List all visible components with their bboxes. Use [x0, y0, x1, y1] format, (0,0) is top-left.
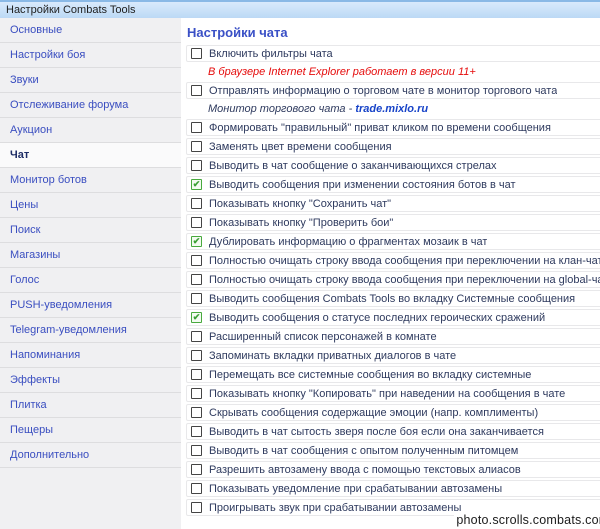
sidebar-item-11[interactable]: PUSH-уведомления [0, 293, 181, 318]
setting-row[interactable]: ✔ Выводить сообщения о статусе последних… [186, 309, 600, 326]
setting-label: Разрешить автозамену ввода с помощью тек… [209, 464, 521, 476]
setting-label: Включить фильтры чата [209, 48, 333, 60]
setting-row[interactable]: Полностью очищать строку ввода сообщения… [186, 252, 600, 269]
sidebar-item-9[interactable]: Магазины [0, 243, 181, 268]
checkbox-icon[interactable] [191, 198, 202, 209]
setting-row[interactable]: ✔ Выводить сообщения при изменении состо… [186, 176, 600, 193]
sidebar-item-7[interactable]: Цены [0, 193, 181, 218]
sidebar-item-13[interactable]: Напоминания [0, 343, 181, 368]
setting-label: Выводить в чат сообщение о заканчивающих… [209, 160, 497, 172]
setting-row[interactable]: Выводить в чат сытость зверя после боя е… [186, 423, 600, 440]
setting-row[interactable]: Включить фильтры чата [186, 45, 600, 62]
setting-label: Проигрывать звук при срабатывании автоза… [209, 502, 461, 514]
setting-row[interactable]: Показывать уведомление при срабатывании … [186, 480, 600, 497]
sidebar-item-0[interactable]: Основные [0, 18, 181, 43]
sidebar-item-14[interactable]: Эффекты [0, 368, 181, 393]
setting-row[interactable]: Запоминать вкладки приватных диалогов в … [186, 347, 600, 364]
checkbox-icon[interactable] [191, 217, 202, 228]
setting-row[interactable]: Показывать кнопку "Сохранить чат" [186, 195, 600, 212]
setting-label: Заменять цвет времени сообщения [209, 141, 392, 153]
setting-label: Показывать кнопку "Проверить бои" [209, 217, 393, 229]
setting-label: Выводить сообщения Combats Tools во вкла… [209, 293, 575, 305]
setting-row[interactable]: Перемещать все системные сообщения во вк… [186, 366, 600, 383]
checkbox-icon[interactable] [191, 85, 202, 96]
sidebar-item-3[interactable]: Отслеживание форума [0, 93, 181, 118]
sidebar-item-2[interactable]: Звуки [0, 68, 181, 93]
checkbox-icon[interactable] [191, 350, 202, 361]
settings-content: Настройки чата Включить фильтры чата В б… [181, 18, 600, 529]
setting-row[interactable]: Выводить в чат сообщение о заканчивающих… [186, 157, 600, 174]
setting-label: Показывать уведомление при срабатывании … [209, 483, 502, 495]
checkbox-icon[interactable] [191, 293, 202, 304]
window-title-bar: Настройки Combats Tools [0, 0, 600, 18]
setting-label: Дублировать информацию о фрагментах моза… [209, 236, 487, 248]
checkbox-icon[interactable] [191, 445, 202, 456]
checkbox-icon[interactable] [191, 388, 202, 399]
checkbox-icon[interactable] [191, 274, 202, 285]
setting-row[interactable]: Полностью очищать строку ввода сообщения… [186, 271, 600, 288]
checkbox-icon[interactable] [191, 255, 202, 266]
checkbox-icon[interactable] [191, 464, 202, 475]
settings-rows: Включить фильтры чата В браузере Interne… [186, 45, 600, 516]
checkbox-checked-icon[interactable]: ✔ [191, 179, 202, 190]
setting-label: Перемещать все системные сообщения во вк… [209, 369, 531, 381]
sidebar-item-8[interactable]: Поиск [0, 218, 181, 243]
setting-row[interactable]: Отправлять информацию о торговом чате в … [186, 82, 600, 99]
setting-row[interactable]: Выводить сообщения Combats Tools во вкла… [186, 290, 600, 307]
setting-row[interactable]: Показывать кнопку "Проверить бои" [186, 214, 600, 231]
setting-label: Выводить сообщения при изменении состоян… [209, 179, 516, 191]
checkbox-icon[interactable] [191, 141, 202, 152]
setting-row[interactable]: Заменять цвет времени сообщения [186, 138, 600, 155]
page-title: Настройки чата [187, 25, 600, 40]
combats-tools-settings-window: Настройки Combats Tools ОсновныеНастройк… [0, 0, 600, 529]
checkbox-checked-icon[interactable]: ✔ [191, 236, 202, 247]
setting-row[interactable]: Формировать "правильный" приват кликом п… [186, 119, 600, 136]
setting-row[interactable]: Разрешить автозамену ввода с помощью тек… [186, 461, 600, 478]
sidebar-item-4[interactable]: Аукцион [0, 118, 181, 143]
checkbox-icon[interactable] [191, 160, 202, 171]
setting-label: Выводить сообщения о статусе последних г… [209, 312, 545, 324]
setting-row[interactable]: Расширенный список персонажей в комнате [186, 328, 600, 345]
sidebar-item-17[interactable]: Дополнительно [0, 443, 181, 468]
checkbox-icon[interactable] [191, 407, 202, 418]
setting-label: Полностью очищать строку ввода сообщения… [209, 255, 600, 267]
checkbox-icon[interactable] [191, 426, 202, 437]
main-layout: ОсновныеНастройки бояЗвукиОтслеживание ф… [0, 18, 600, 529]
checkbox-checked-icon[interactable]: ✔ [191, 312, 202, 323]
settings-sidebar: ОсновныеНастройки бояЗвукиОтслеживание ф… [0, 18, 181, 529]
setting-label: Выводить в чат сытость зверя после боя е… [209, 426, 544, 438]
info-note-text: Монитор торгового чата - [208, 103, 355, 115]
setting-row[interactable]: Показывать кнопку "Копировать" при навед… [186, 385, 600, 402]
setting-label: Отправлять информацию о торговом чате в … [209, 85, 557, 97]
setting-label: Формировать "правильный" приват кликом п… [209, 122, 551, 134]
checkbox-icon[interactable] [191, 48, 202, 59]
watermark-text: photo.scrolls.combats.com [454, 513, 600, 527]
sidebar-item-1[interactable]: Настройки боя [0, 43, 181, 68]
warning-note: В браузере Internet Explorer работает в … [186, 64, 600, 82]
checkbox-icon[interactable] [191, 369, 202, 380]
sidebar-item-5[interactable]: Чат [0, 143, 181, 168]
setting-label: Выводить в чат сообщения с опытом получе… [209, 445, 518, 457]
info-note: Монитор торгового чата - trade.mixlo.ru [186, 101, 600, 119]
checkbox-icon[interactable] [191, 331, 202, 342]
checkbox-icon[interactable] [191, 502, 202, 513]
window-title: Настройки Combats Tools [6, 4, 136, 16]
sidebar-item-15[interactable]: Плитка [0, 393, 181, 418]
setting-label: Показывать кнопку "Сохранить чат" [209, 198, 391, 210]
setting-label: Показывать кнопку "Копировать" при навед… [209, 388, 565, 400]
setting-row[interactable]: Скрывать сообщения содержащие эмоции (на… [186, 404, 600, 421]
sidebar-item-10[interactable]: Голос [0, 268, 181, 293]
setting-row[interactable]: ✔ Дублировать информацию о фрагментах мо… [186, 233, 600, 250]
setting-row[interactable]: Выводить в чат сообщения с опытом получе… [186, 442, 600, 459]
trade-monitor-link[interactable]: trade.mixlo.ru [355, 103, 428, 115]
setting-label: Скрывать сообщения содержащие эмоции (на… [209, 407, 538, 419]
checkbox-icon[interactable] [191, 122, 202, 133]
sidebar-item-6[interactable]: Монитор ботов [0, 168, 181, 193]
checkbox-icon[interactable] [191, 483, 202, 494]
setting-label: Полностью очищать строку ввода сообщения… [209, 274, 600, 286]
setting-label: Запоминать вкладки приватных диалогов в … [209, 350, 456, 362]
sidebar-item-12[interactable]: Telegram-уведомления [0, 318, 181, 343]
sidebar-item-16[interactable]: Пещеры [0, 418, 181, 443]
setting-label: Расширенный список персонажей в комнате [209, 331, 437, 343]
